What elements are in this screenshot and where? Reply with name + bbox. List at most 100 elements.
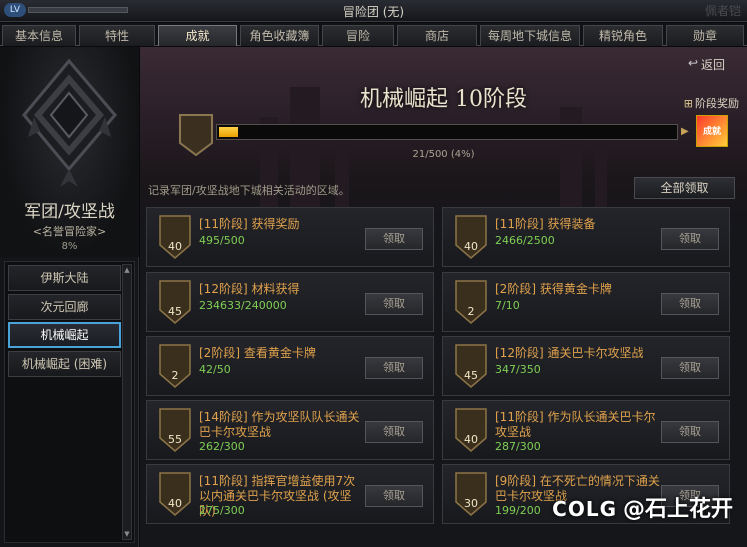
tab-shop[interactable]: 商店 (397, 25, 477, 46)
stage-progress-fill (219, 127, 238, 137)
achievement-level: 2 (467, 305, 475, 318)
achievement-card: 40 [11阶段] 获得奖励 495/500 领取 (146, 207, 434, 267)
achievement-name: [11阶段] 作为队长通关巴卡尔攻坚战 (495, 410, 656, 439)
stage-progress-text: 21/500 (4%) (412, 149, 475, 160)
achievement-name: [2阶段] 获得黄金卡牌 (495, 282, 612, 296)
achievement-level: 30 (464, 497, 478, 510)
achievement-name: [11阶段] 获得装备 (495, 217, 596, 231)
achievement-level: 2 (171, 369, 179, 382)
achievement-badge: 55 (159, 408, 191, 452)
achievement-level: 40 (464, 433, 478, 446)
claim-button[interactable]: 领取 (661, 228, 719, 250)
stage-reward-label: 阶段奖励 (695, 97, 739, 110)
category-rank: <名誉冒险家> (32, 225, 107, 238)
stage-reward-link[interactable]: ⊞ 阶段奖励 (684, 95, 739, 111)
achievement-level: 40 (464, 240, 478, 253)
achievement-progress: 234633/240000 (199, 299, 287, 312)
achievement-name: [14阶段] 作为攻坚队队长通关巴卡尔攻坚战 (199, 410, 360, 439)
achievement-progress: 347/350 (495, 363, 541, 376)
achievement-progress: 2466/2500 (495, 234, 555, 247)
achievement-card: 40 [11阶段] 作为队长通关巴卡尔攻坚战 287/300 领取 (442, 400, 730, 460)
achievement-progress: 199/200 (495, 504, 541, 517)
achievement-card: 40 [11阶段] 获得装备 2466/2500 领取 (442, 207, 730, 267)
progress-arrow-icon: ▶ (681, 126, 689, 137)
achievement-progress: 262/300 (199, 440, 245, 453)
achievement-name: [12阶段] 材料获得 (199, 282, 300, 296)
claim-button[interactable]: 领取 (365, 357, 423, 379)
stage-title: 机械崛起 10阶段 (360, 87, 527, 112)
scroll-down-icon[interactable]: ▼ (123, 529, 131, 539)
achievement-card: 40 [11阶段] 指挥官增益使用7次以内通关巴卡尔攻坚战 (攻坚队) 275/… (146, 464, 434, 524)
achievement-badge: 40 (455, 408, 487, 452)
claim-button[interactable]: 领取 (365, 293, 423, 315)
dungeon-list: 伊斯大陆 次元回廊 机械崛起 机械崛起 (困难) ▲ ▼ (4, 261, 135, 543)
category-description: 记录军团/攻坚战地下城相关活动的区域。 (148, 184, 350, 197)
claim-button[interactable]: 领取 (365, 485, 423, 507)
achievement-badge: 40 (455, 215, 487, 259)
achievement-progress: 287/300 (495, 440, 541, 453)
category-title: 军团/攻坚战 (24, 202, 115, 222)
claim-button[interactable]: 领取 (661, 357, 719, 379)
sidebar-scrollbar[interactable]: ▲ ▼ (122, 264, 132, 540)
tab-weekly-dungeon[interactable]: 每周地下城信息 (480, 25, 580, 46)
tab-achievements[interactable]: 成就 (158, 25, 237, 46)
achievement-level: 45 (464, 369, 478, 382)
achievement-name: [11阶段] 获得奖励 (199, 217, 300, 231)
scroll-up-icon[interactable]: ▲ (123, 265, 131, 275)
achievement-badge: 40 (159, 215, 191, 259)
achievement-level: 40 (168, 497, 182, 510)
achievement-badge: 45 (455, 344, 487, 388)
stage-progress-bar (216, 124, 678, 140)
achievement-badge: 30 (455, 472, 487, 516)
claim-button[interactable]: 领取 (365, 421, 423, 443)
achievement-badge: 45 (159, 280, 191, 324)
tab-elite-characters[interactable]: 精锐角色 (583, 25, 663, 46)
guild-emblem-area: 军团/攻坚战 <名誉冒险家> 8% (0, 47, 139, 257)
sidebar-item-dimension-corridor[interactable]: 次元回廊 (8, 294, 121, 320)
achievement-name: [12阶段] 通关巴卡尔攻坚战 (495, 346, 644, 360)
achievement-progress: 275/300 (199, 504, 245, 517)
tab-medals[interactable]: 勋章 (666, 25, 744, 46)
achievement-card: 2 [2阶段] 查看黄金卡牌 42/50 领取 (146, 336, 434, 396)
achievement-card: 45 [12阶段] 材料获得 234633/240000 领取 (146, 272, 434, 332)
achievement-badge: 2 (159, 344, 191, 388)
achievement-card: 2 [2阶段] 获得黄金卡牌 7/10 领取 (442, 272, 730, 332)
achievement-level: 55 (168, 433, 182, 446)
achievement-card: 45 [12阶段] 通关巴卡尔攻坚战 347/350 领取 (442, 336, 730, 396)
category-percent: 8% (61, 241, 78, 252)
sidebar-item-machine-rise-hard[interactable]: 机械崛起 (困难) (8, 351, 121, 377)
sidebar-item-isis-continent[interactable]: 伊斯大陆 (8, 265, 121, 291)
window-title: 冒险团 (无) (342, 5, 405, 19)
main-panel: ↩ 返回 机械崛起 10阶段 ⊞ 阶段奖励 ▶ 成就 21/500 (4%) 记录… (140, 47, 747, 547)
claim-all-button[interactable]: 全部领取 (634, 177, 735, 199)
watermark-text: @石上花开 (622, 497, 733, 522)
title-bar: LV 冒险团 (无) 佩者铠 (0, 0, 747, 22)
stage-reward-item[interactable]: 成就 (696, 115, 728, 147)
tab-bar: 基本信息 特性 成就 角色收藏簿 冒险 商店 每周地下城信息 精锐角色 勋章 (0, 23, 747, 46)
background-ghost-text: 佩者铠 (704, 4, 741, 18)
claim-button[interactable]: 领取 (661, 293, 719, 315)
claim-button[interactable]: 领取 (661, 421, 719, 443)
back-label: 返回 (700, 58, 725, 72)
back-button[interactable]: ↩ 返回 (688, 56, 725, 73)
achievement-level: 40 (168, 240, 182, 253)
left-panel: 军团/攻坚战 <名誉冒险家> 8% 伊斯大陆 次元回廊 机械崛起 机械崛起 (困… (0, 47, 139, 547)
gift-icon: ⊞ (683, 97, 693, 110)
achievement-progress: 42/50 (199, 363, 231, 376)
claim-button[interactable]: 领取 (365, 228, 423, 250)
achievement-badge: 40 (159, 472, 191, 516)
watermark: COLG @石上花开 (552, 491, 733, 523)
achievement-level: 45 (168, 305, 182, 318)
tab-adventure[interactable]: 冒险 (322, 25, 394, 46)
achievement-name: [2阶段] 查看黄金卡牌 (199, 346, 316, 360)
achievement-badge: 2 (455, 280, 487, 324)
watermark-logo: COLG (552, 497, 617, 521)
tab-character-collection[interactable]: 角色收藏簿 (240, 25, 319, 46)
sidebar-item-machine-rise[interactable]: 机械崛起 (8, 322, 121, 348)
achievement-progress: 495/500 (199, 234, 245, 247)
tab-traits[interactable]: 特性 (79, 25, 155, 46)
guild-emblem-icon (22, 58, 117, 187)
achievement-card: 55 [14阶段] 作为攻坚队队长通关巴卡尔攻坚战 262/300 领取 (146, 400, 434, 460)
tab-basic-info[interactable]: 基本信息 (2, 25, 76, 46)
achievement-progress: 7/10 (495, 299, 520, 312)
